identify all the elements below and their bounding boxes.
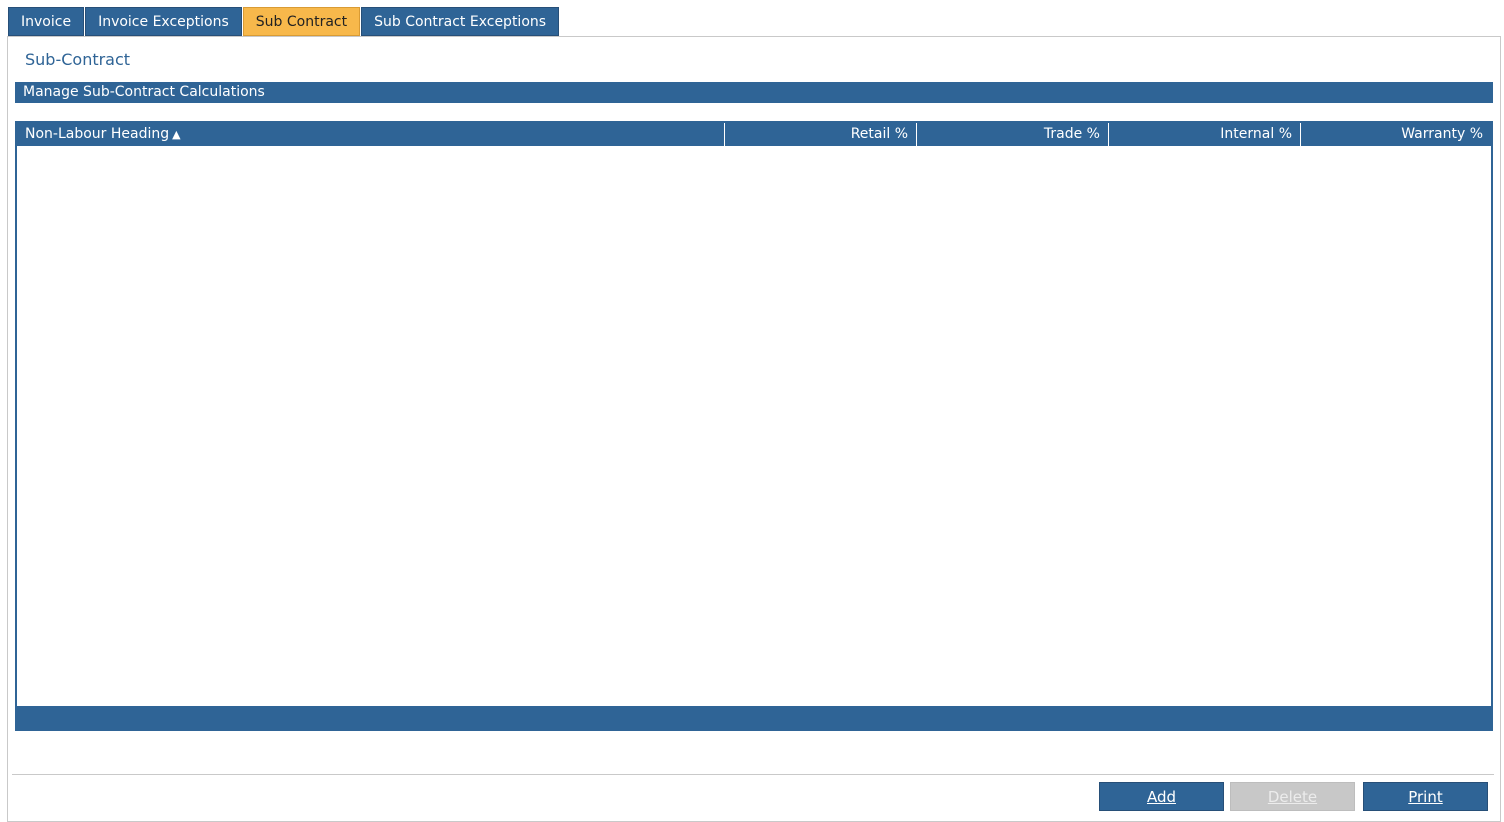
sort-ascending-icon: ▲ xyxy=(172,128,181,141)
column-header-trade[interactable]: Trade % xyxy=(917,123,1109,146)
column-header-non-labour-heading[interactable]: Non-Labour Heading ▲ xyxy=(17,123,725,146)
tab-bar: Invoice Invoice Exceptions Sub Contract … xyxy=(8,7,560,36)
column-label: Non-Labour Heading xyxy=(25,126,170,142)
tab-sub-contract[interactable]: Sub Contract xyxy=(242,7,361,36)
print-button[interactable]: Print xyxy=(1363,782,1488,811)
divider xyxy=(12,774,1494,775)
grid-header: Non-Labour Heading ▲ Retail % Trade % Int… xyxy=(17,123,1491,146)
section-header: Manage Sub-Contract Calculations xyxy=(15,82,1493,103)
tab-sub-contract-exceptions[interactable]: Sub Contract Exceptions xyxy=(361,7,560,36)
delete-button[interactable]: Delete xyxy=(1230,782,1355,811)
add-button[interactable]: Add xyxy=(1099,782,1224,811)
page-title: Sub-Contract xyxy=(25,50,131,69)
column-header-internal[interactable]: Internal % xyxy=(1109,123,1301,146)
column-header-warranty[interactable]: Warranty % xyxy=(1301,123,1491,146)
grid-body xyxy=(17,146,1491,708)
tab-invoice[interactable]: Invoice xyxy=(8,7,85,36)
sub-contract-grid: Non-Labour Heading ▲ Retail % Trade % Int… xyxy=(15,121,1493,731)
tab-invoice-exceptions[interactable]: Invoice Exceptions xyxy=(85,7,242,36)
column-header-retail[interactable]: Retail % xyxy=(725,123,917,146)
grid-footer xyxy=(17,706,1491,729)
main-panel: Sub-Contract Manage Sub-Contract Calcula… xyxy=(7,36,1501,822)
